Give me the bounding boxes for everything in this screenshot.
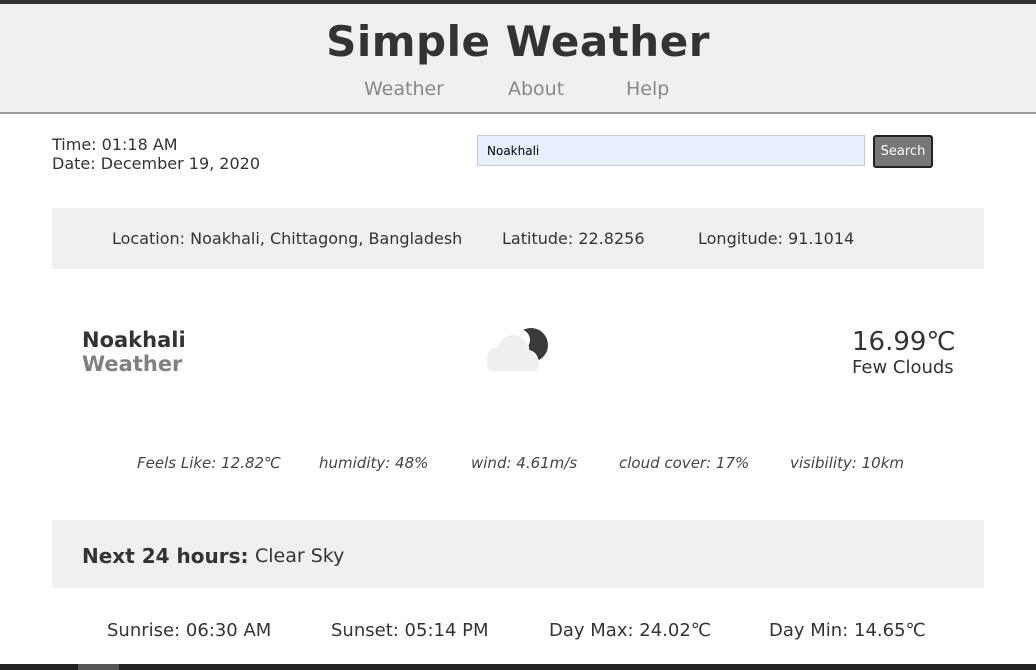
current-temperature: 16.99℃ bbox=[852, 327, 956, 357]
datetime-block: Time: 01:18 AM Date: December 19, 2020 bbox=[52, 135, 260, 173]
city-name: Noakhali bbox=[82, 328, 186, 352]
day-min-text: Day Min: 14.65℃ bbox=[769, 620, 926, 641]
partly-cloudy-night-icon bbox=[485, 328, 548, 373]
humidity-text: humidity: 48% bbox=[319, 454, 429, 472]
feels-like-text: Feels Like: 12.82℃ bbox=[137, 454, 281, 472]
sunset-text: Sunset: 05:14 PM bbox=[331, 620, 489, 641]
longitude-text: Longitude: 91.1014 bbox=[698, 229, 855, 248]
forecast-bar: Next 24 hours: Clear Sky bbox=[52, 520, 984, 588]
current-condition: Few Clouds bbox=[852, 357, 954, 378]
day-max-text: Day Max: 24.02℃ bbox=[549, 620, 712, 641]
cloud-cover-text: cloud cover: 17% bbox=[619, 454, 750, 472]
search-button[interactable]: Search bbox=[873, 135, 933, 168]
nav-link-about[interactable]: About bbox=[508, 78, 564, 100]
sunrise-text: Sunrise: 06:30 AM bbox=[107, 620, 272, 641]
search-input[interactable] bbox=[477, 135, 865, 166]
location-text: Location: Noakhali, Chittagong, Banglade… bbox=[112, 229, 463, 248]
site-header: Simple Weather Weather About Help bbox=[0, 4, 1036, 114]
current-time: Time: 01:18 AM bbox=[52, 135, 178, 154]
forecast-value: Clear Sky bbox=[255, 545, 345, 567]
horizontal-scrollbar-thumb[interactable] bbox=[78, 664, 119, 670]
wind-text: wind: 4.61m/s bbox=[471, 454, 578, 472]
nav-link-help[interactable]: Help bbox=[626, 78, 669, 100]
visibility-text: visibility: 10km bbox=[790, 454, 905, 472]
site-title: Simple Weather bbox=[326, 17, 710, 66]
nav-link-weather[interactable]: Weather bbox=[364, 78, 444, 100]
location-bar: Location: Noakhali, Chittagong, Banglade… bbox=[52, 208, 984, 269]
forecast-label: Next 24 hours: bbox=[82, 544, 249, 568]
current-date: Date: December 19, 2020 bbox=[52, 154, 261, 173]
bottom-border bbox=[0, 664, 1036, 670]
city-weather-label: Weather bbox=[82, 352, 183, 376]
main-nav: Weather About Help bbox=[0, 78, 1036, 102]
latitude-text: Latitude: 22.8256 bbox=[502, 229, 645, 248]
